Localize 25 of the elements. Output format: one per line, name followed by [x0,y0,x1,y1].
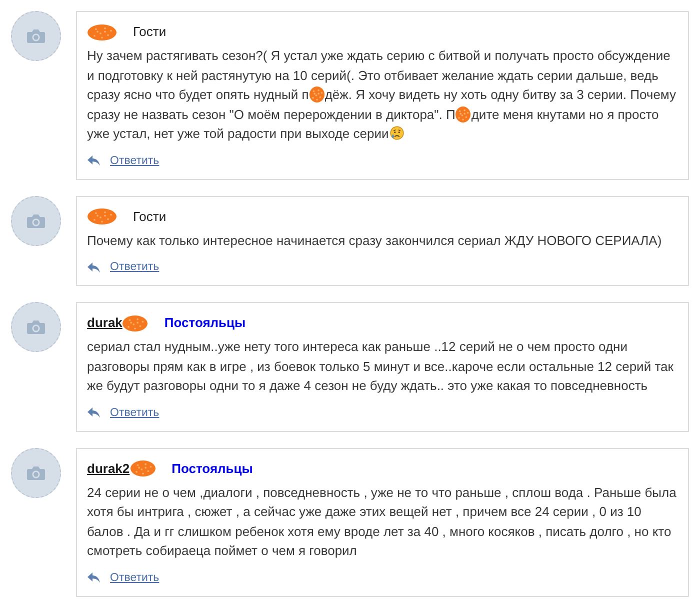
user-group-label: Гости [133,23,166,41]
reply-icon [87,155,100,166]
reply-icon [87,572,100,583]
reply-icon [87,407,100,418]
sad-face-icon [390,126,404,140]
camera-icon [27,466,45,480]
comment-text: Ну зачем растягивать сезон?( Я устал уже ждать серию с битвой и получать просто обсуждение и подготовку к ней растянутую на 10 серий(. Это отбивает желание ждать серии дальше, ведь сразу ясно что будет опять нудный п дёж. Я хочу видеть ну хоть одну битву за 3 серии. Почему сразу не назвать сезон "О моём перерождении в диктора". П дите меня кнутами но я просто уже устал, нет уже той радости при выходе серии [87,47,678,143]
reply-link[interactable]: Ответить [110,402,160,422]
reply-icon [87,262,100,272]
comment-text: 24 серии не о чем ,диалоги , повседневность , уже не то что раньше , сплош вода . Раньше была хотя бы интрига , сюжет , а сейчас уже даже этих вещей нет , причем все 24 серии , 0 из 10 балов . Да и гг слишком ребенок хотя ему вроде лет за 40 , много косяков , писать долго , но кто смотреть собираеца поймет о чем я говорил [87,484,678,560]
camera-icon [27,320,45,334]
comment-text: Почему как только интересное начинается сразу закончился сериал ЖДУ НОВОГО СЕРИАЛА) [87,232,663,250]
author-name-link[interactable]: durak [87,313,122,333]
scribble-icon [308,86,325,103]
user-group-label: Постояльцы [172,460,253,478]
comment-text: сериал стал нудным..уже нету того интереса как раньше ..12 серий не о чем просто одни разговоры прям как в игре , из боевок только 5 минут и все..кароче если остальные 12 серий так же будут разговоры одни то я даже 4 сезон не буду ждать.. это уже какая то повседневность [87,338,674,395]
reply-link[interactable]: Ответить [110,568,160,588]
user-group-label: Постояльцы [164,314,246,332]
reply-link[interactable]: Ответить [110,150,160,170]
user-group-label: Гости [133,208,166,226]
camera-icon [27,29,45,43]
scribble-icon [455,106,472,122]
camera-icon [27,214,45,228]
author-name-link[interactable]: durak2 [87,458,130,478]
reply-link[interactable]: Ответить [110,257,160,277]
